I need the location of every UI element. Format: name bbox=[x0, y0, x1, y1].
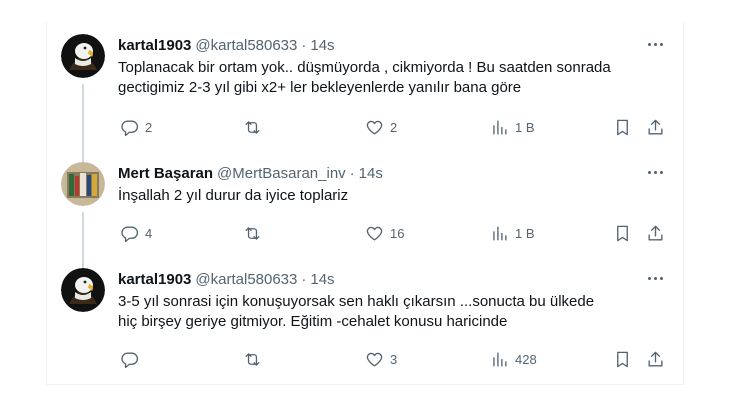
tweet-text-line: gectigimiz 2-3 yıl gibi x2+ ler bekleyen… bbox=[118, 79, 522, 96]
tweet-header: kartal1903 @kartal580633 · 14s bbox=[118, 34, 335, 56]
tweet[interactable]: kartal1903 @kartal580633 · 14s Toplanaca… bbox=[47, 34, 683, 206]
separator-dot: · bbox=[301, 270, 307, 288]
tweet-text-line: Toplanacak bir ortam yok.. düşmüyorda , … bbox=[118, 59, 611, 76]
reply-count: 4 bbox=[145, 225, 153, 241]
action-bar: 4 16 1 B bbox=[110, 222, 670, 244]
reply-count: 2 bbox=[145, 119, 153, 135]
heart-icon bbox=[366, 120, 383, 135]
more-icon[interactable] bbox=[645, 271, 665, 285]
tweet[interactable]: Mert Başaran @MertBasaran_inv · 14s İnşa… bbox=[47, 162, 683, 270]
timestamp[interactable]: 14s bbox=[310, 271, 334, 288]
tweet-text: Toplanacak bir ortam yok.. düşmüyorda , … bbox=[118, 58, 673, 98]
tweet[interactable]: kartal1903 @kartal580633 · 14s 3-5 yıl s… bbox=[47, 268, 683, 378]
user-handle[interactable]: @MertBasaran_inv bbox=[217, 165, 346, 182]
view-count: 1 B bbox=[515, 225, 535, 241]
action-bar: 2 2 1 B bbox=[110, 116, 670, 138]
retweet-button[interactable] bbox=[243, 116, 268, 138]
like-button[interactable]: 16 bbox=[365, 222, 404, 244]
views-icon bbox=[493, 119, 507, 135]
user-handle[interactable]: @kartal580633 bbox=[195, 37, 297, 54]
views-icon bbox=[493, 225, 507, 241]
separator-dot: · bbox=[349, 164, 355, 182]
display-name[interactable]: kartal1903 bbox=[118, 37, 191, 54]
tweet-header: kartal1903 @kartal580633 · 14s bbox=[118, 268, 335, 290]
share-button[interactable] bbox=[646, 222, 665, 244]
heart-icon bbox=[366, 226, 383, 241]
eagle-avatar-icon bbox=[61, 34, 105, 78]
more-icon[interactable] bbox=[645, 165, 665, 179]
display-name[interactable]: kartal1903 bbox=[118, 271, 191, 288]
reply-button[interactable]: 4 bbox=[120, 222, 152, 244]
like-count: 2 bbox=[390, 119, 398, 135]
tweet-thread: kartal1903 @kartal580633 · 14s Toplanaca… bbox=[46, 22, 684, 385]
retweet-button[interactable] bbox=[243, 348, 268, 370]
more-icon[interactable] bbox=[645, 37, 665, 51]
reply-icon bbox=[121, 225, 139, 242]
action-bar: 3 428 bbox=[110, 348, 670, 370]
bookmark-button[interactable] bbox=[613, 222, 632, 244]
views-button[interactable]: 1 B bbox=[490, 116, 535, 138]
share-icon bbox=[648, 351, 663, 367]
timestamp[interactable]: 14s bbox=[310, 37, 334, 54]
view-count: 1 B bbox=[515, 119, 535, 135]
share-button[interactable] bbox=[646, 348, 665, 370]
bookmark-button[interactable] bbox=[613, 116, 632, 138]
timestamp[interactable]: 14s bbox=[359, 165, 383, 182]
retweet-icon bbox=[245, 120, 260, 134]
heart-icon bbox=[366, 352, 383, 367]
tweet-header: Mert Başaran @MertBasaran_inv · 14s bbox=[118, 162, 383, 184]
tweet-text-line: 3-5 yıl sonrasi için konuşuyorsak sen ha… bbox=[118, 293, 595, 310]
share-button[interactable] bbox=[646, 116, 665, 138]
avatar[interactable] bbox=[61, 34, 105, 78]
retweet-icon bbox=[245, 352, 260, 366]
avatar[interactable] bbox=[61, 268, 105, 312]
like-button[interactable]: 3 bbox=[365, 348, 397, 370]
reply-icon bbox=[121, 351, 139, 368]
bookmark-icon bbox=[617, 225, 628, 241]
tweet-text-line: İnşallah 2 yıl durur da iyice toplariz bbox=[118, 187, 349, 204]
views-button[interactable]: 428 bbox=[490, 348, 537, 370]
avatar[interactable] bbox=[61, 162, 105, 206]
bookshelf-avatar-icon bbox=[61, 162, 105, 206]
separator-dot: · bbox=[301, 36, 307, 54]
view-count: 428 bbox=[515, 351, 537, 367]
tweet-text: 3-5 yıl sonrasi için konuşuyorsak sen ha… bbox=[118, 292, 673, 332]
tweet-text-line: hiç birşey geriye gitmiyor. Eğitim -ceha… bbox=[118, 313, 508, 330]
like-count: 16 bbox=[390, 225, 405, 241]
tweet-text: İnşallah 2 yıl durur da iyice toplariz bbox=[118, 186, 673, 206]
bookmark-icon bbox=[617, 119, 628, 135]
retweet-button[interactable] bbox=[243, 222, 268, 244]
like-count: 3 bbox=[390, 351, 398, 367]
retweet-icon bbox=[245, 226, 260, 240]
user-handle[interactable]: @kartal580633 bbox=[195, 271, 297, 288]
reply-button[interactable]: 2 bbox=[120, 116, 152, 138]
share-icon bbox=[648, 225, 663, 241]
reply-icon bbox=[121, 119, 139, 136]
reply-button[interactable] bbox=[120, 348, 145, 370]
views-icon bbox=[493, 351, 507, 367]
views-button[interactable]: 1 B bbox=[490, 222, 535, 244]
bookmark-button[interactable] bbox=[613, 348, 632, 370]
eagle-avatar-icon bbox=[61, 268, 105, 312]
bookmark-icon bbox=[617, 351, 628, 367]
display-name[interactable]: Mert Başaran bbox=[118, 165, 213, 182]
like-button[interactable]: 2 bbox=[365, 116, 397, 138]
thread-line bbox=[82, 212, 84, 270]
share-icon bbox=[648, 119, 663, 135]
